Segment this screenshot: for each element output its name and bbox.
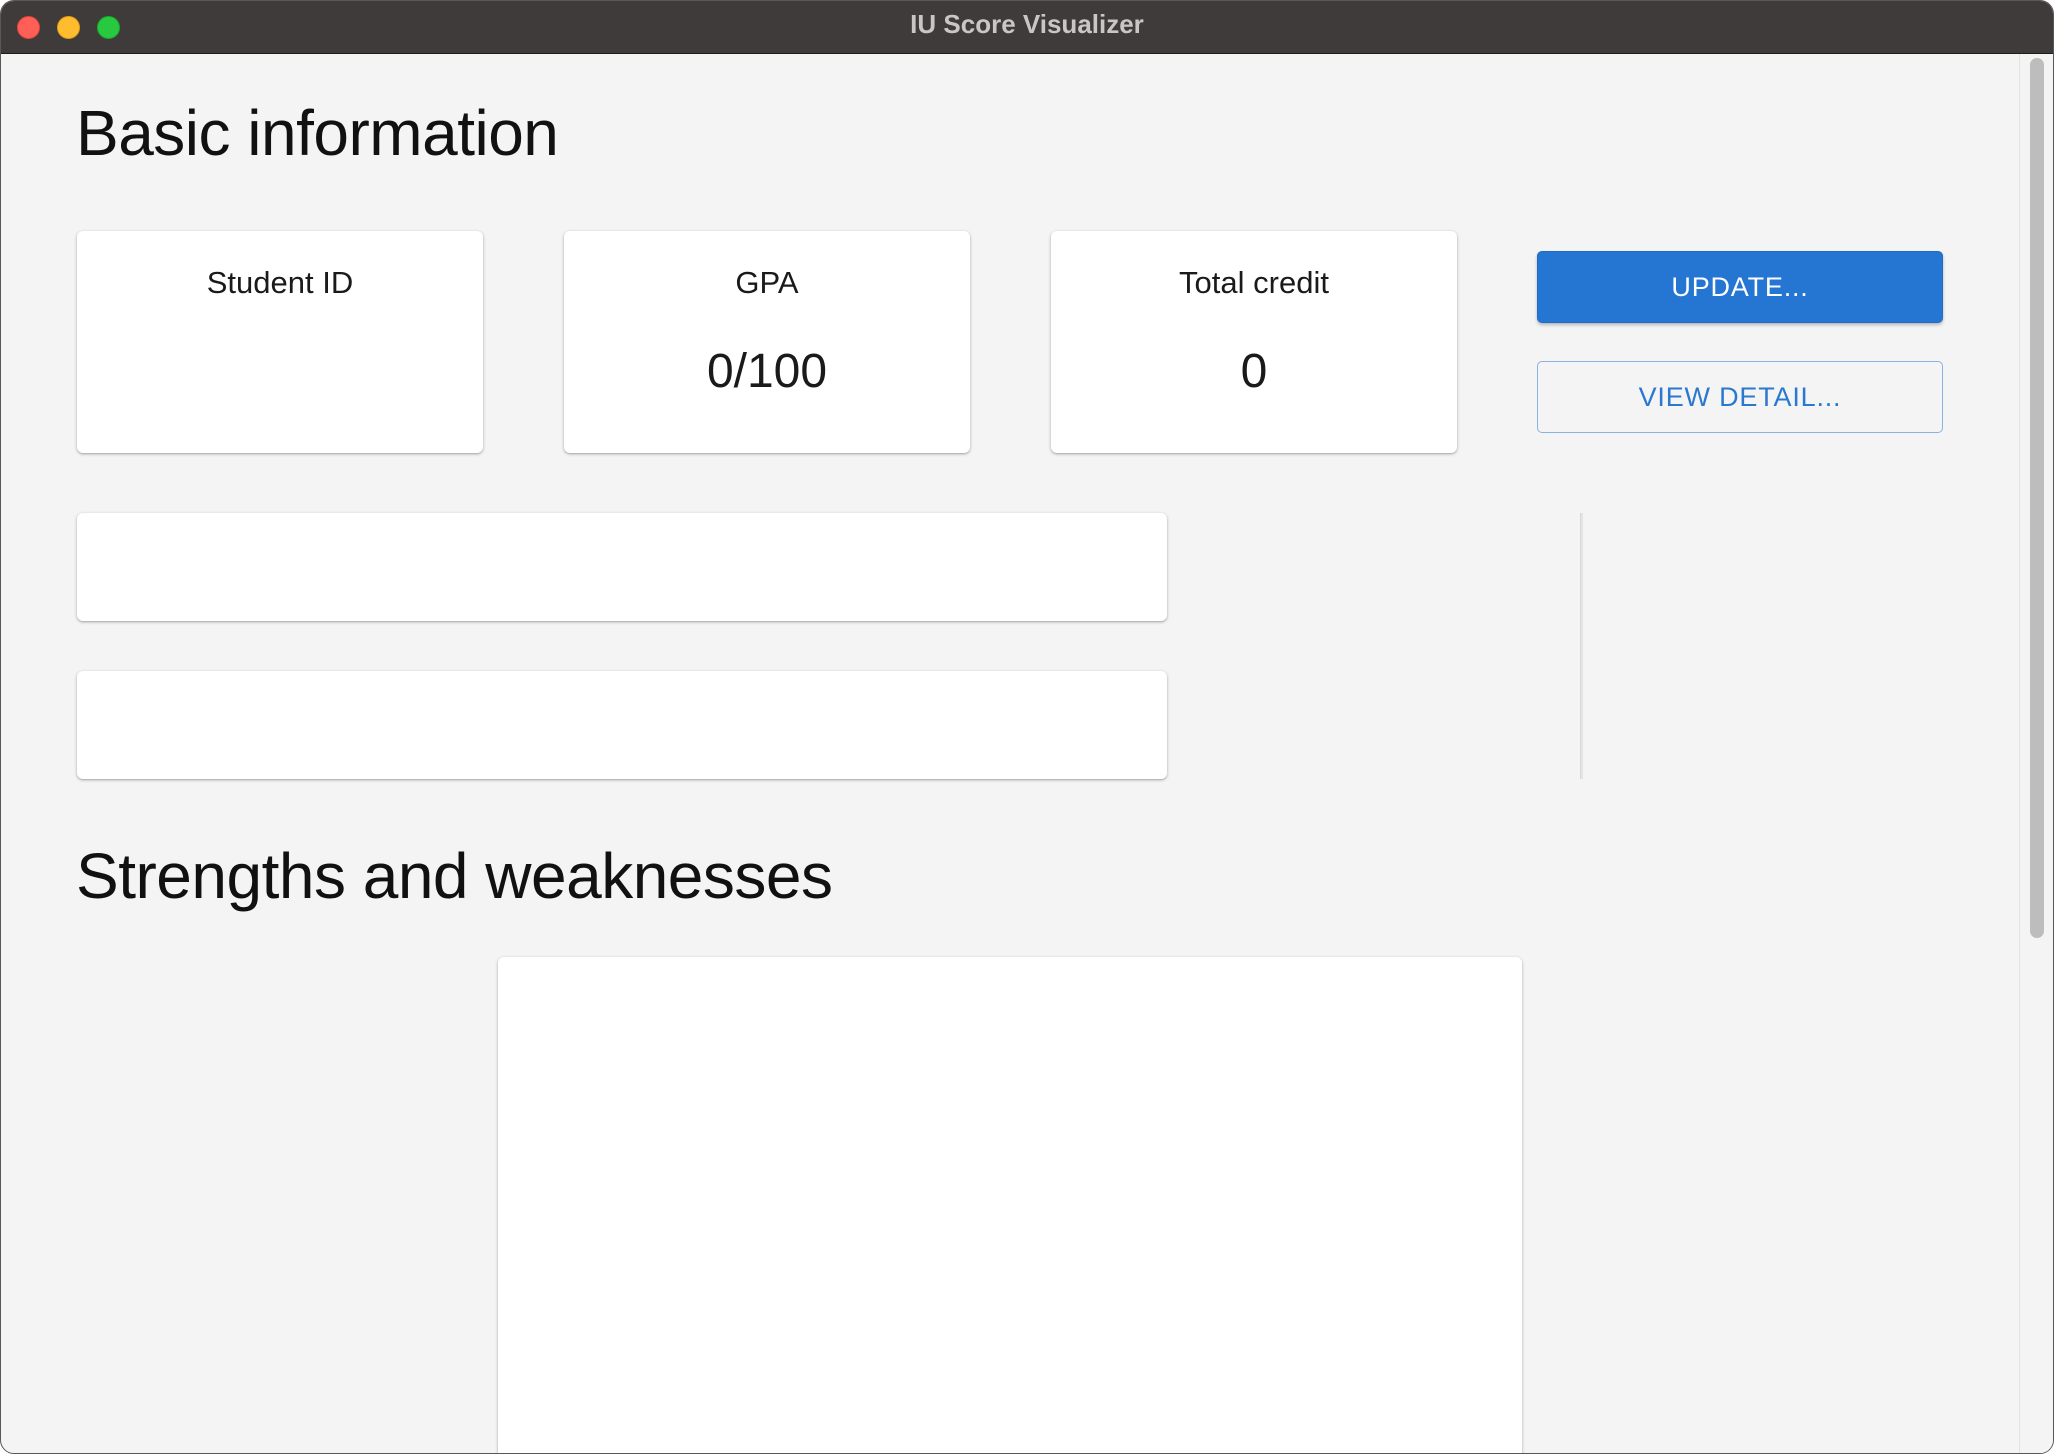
total-credit-card: Total credit 0	[1051, 231, 1457, 453]
total-credit-value: 0	[1240, 345, 1268, 398]
view-detail-button[interactable]: VIEW DETAIL...	[1537, 361, 1943, 433]
student-id-card: Student ID	[77, 231, 483, 453]
strengths-chart-panel	[498, 957, 1522, 1453]
update-button[interactable]: UPDATE...	[1537, 251, 1943, 323]
window-title: IU Score Visualizer	[910, 9, 1144, 39]
gpa-value: 0/100	[706, 345, 828, 398]
strengths-weaknesses-heading: Strengths and weaknesses	[76, 840, 833, 912]
title-bar: IU Score Visualizer	[1, 1, 2053, 54]
gpa-card: GPA 0/100	[564, 231, 970, 453]
basic-information-heading: Basic information	[76, 97, 559, 169]
info-panel-1	[77, 513, 1167, 621]
vertical-divider	[1580, 513, 1583, 779]
total-credit-label: Total credit	[1179, 265, 1329, 300]
vertical-scrollbar[interactable]	[2019, 54, 2053, 1453]
main-content: Basic information Student ID GPA 0/100 T…	[1, 54, 2021, 1453]
gpa-label: GPA	[735, 265, 799, 300]
scrollbar-thumb[interactable]	[2030, 58, 2044, 938]
student-id-label: Student ID	[206, 265, 354, 300]
info-panel-2	[77, 671, 1167, 779]
app-window: IU Score Visualizer Basic information St…	[0, 0, 2054, 1454]
